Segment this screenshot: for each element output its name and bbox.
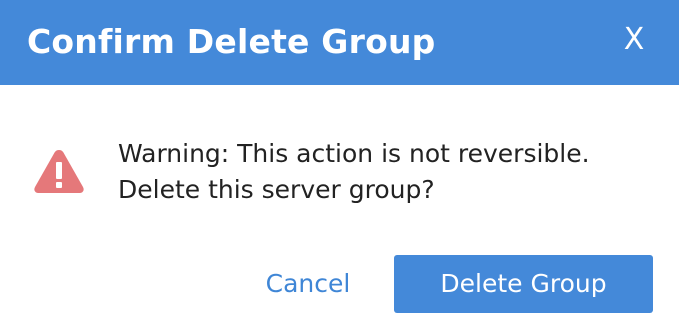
warning-line-2: Delete this server group? xyxy=(118,175,435,204)
delete-group-button[interactable]: Delete Group xyxy=(394,255,653,313)
cancel-button[interactable]: Cancel xyxy=(246,257,370,311)
warning-message: Warning: This action is not reversible. … xyxy=(118,136,590,208)
warning-triangle-icon xyxy=(34,150,84,193)
warning-line-1: Warning: This action is not reversible. xyxy=(118,139,590,168)
dialog-title: Confirm Delete Group xyxy=(27,22,436,61)
dialog-body: Warning: This action is not reversible. … xyxy=(0,85,679,334)
dialog-header: Confirm Delete Group X xyxy=(0,0,679,85)
close-button[interactable]: X xyxy=(614,18,654,62)
confirm-delete-dialog: Confirm Delete Group X Warning: This act… xyxy=(0,0,679,334)
